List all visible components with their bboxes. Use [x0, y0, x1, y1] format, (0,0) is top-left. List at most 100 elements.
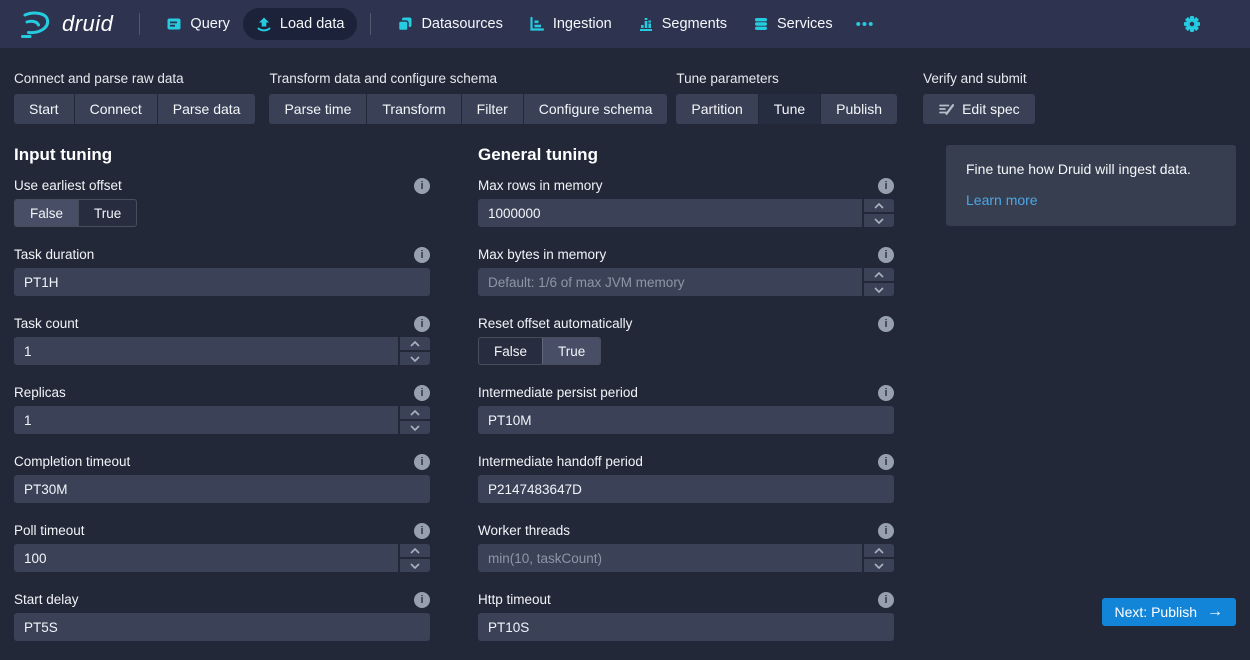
max-rows-stepper [864, 199, 894, 227]
info-icon[interactable]: i [878, 247, 894, 263]
stepper-up-button[interactable] [400, 544, 430, 557]
chevron-up-icon [874, 548, 884, 554]
info-icon[interactable]: i [414, 592, 430, 608]
stepper-up-button[interactable] [864, 544, 894, 557]
info-icon[interactable]: i [414, 316, 430, 332]
step-button-transform[interactable]: Transform [367, 94, 460, 124]
field-label: Task duration [14, 247, 94, 262]
poll-timeout-input[interactable] [14, 544, 398, 572]
chevron-up-icon [410, 341, 420, 347]
more-menu-button[interactable]: ••• [846, 8, 885, 41]
step-button-parse-data[interactable]: Parse data [158, 94, 256, 124]
start-delay-input[interactable] [14, 613, 430, 641]
navbar-right: ? [1183, 15, 1235, 33]
field-label: Intermediate persist period [478, 385, 638, 400]
nav-item-label: Query [190, 16, 230, 32]
info-icon[interactable]: i [878, 592, 894, 608]
option-true[interactable]: True [78, 200, 136, 226]
stepper-up-button[interactable] [400, 337, 430, 350]
info-icon[interactable]: i [414, 385, 430, 401]
step-button-parse-time[interactable]: Parse time [269, 94, 366, 124]
next-button-label: Next: Publish [1115, 604, 1197, 620]
nav-item-ingestion[interactable]: Ingestion [516, 8, 625, 40]
gear-icon [1183, 15, 1201, 33]
step-navigation: Connect and parse raw data Start Connect… [0, 71, 1250, 124]
step-button-partition[interactable]: Partition [676, 94, 757, 124]
info-icon[interactable]: i [414, 247, 430, 263]
task-count-input[interactable] [14, 337, 398, 365]
datasources-icon [397, 16, 413, 32]
info-icon[interactable]: i [414, 523, 430, 539]
info-icon[interactable]: i [414, 454, 430, 470]
section-title-general-tuning: General tuning [478, 145, 894, 165]
nav-item-label: Datasources [421, 16, 502, 32]
nav-item-segments[interactable]: Segments [625, 8, 740, 40]
stepper-up-button[interactable] [864, 268, 894, 281]
step-button-tune[interactable]: Tune [759, 94, 820, 124]
field-completion-timeout: Completion timeout i [14, 453, 430, 503]
step-button-configure-schema[interactable]: Configure schema [524, 94, 668, 124]
replicas-stepper [400, 406, 430, 434]
nav-item-services[interactable]: Services [740, 8, 846, 40]
stepper-down-button[interactable] [864, 214, 894, 227]
stepper-up-button[interactable] [864, 199, 894, 212]
services-icon [753, 16, 769, 32]
field-task-count: Task count i [14, 315, 430, 365]
arrow-right-icon: → [1207, 604, 1223, 620]
field-task-duration: Task duration i [14, 246, 430, 296]
help-button[interactable]: ? [1218, 16, 1235, 33]
info-icon[interactable]: i [414, 178, 430, 194]
stepper-down-button[interactable] [400, 559, 430, 572]
step-group-label: Verify and submit [923, 71, 1035, 86]
field-label: Http timeout [478, 592, 551, 607]
task-duration-input[interactable] [14, 268, 430, 296]
nav-item-datasources[interactable]: Datasources [384, 8, 515, 40]
worker-threads-input[interactable] [478, 544, 862, 572]
stepper-down-button[interactable] [400, 352, 430, 365]
option-true[interactable]: True [542, 338, 600, 364]
field-worker-threads: Worker threads i [478, 522, 894, 572]
field-label: Max bytes in memory [478, 247, 606, 262]
completion-timeout-input[interactable] [14, 475, 430, 503]
intermediate-persist-period-input[interactable] [478, 406, 894, 434]
learn-more-link[interactable]: Learn more [966, 192, 1038, 208]
replicas-input[interactable] [14, 406, 398, 434]
field-label: Replicas [14, 385, 66, 400]
stepper-down-button[interactable] [864, 283, 894, 296]
next-publish-button[interactable]: Next: Publish → [1102, 598, 1236, 626]
max-rows-in-memory-input[interactable] [478, 199, 862, 227]
option-false[interactable]: False [479, 338, 542, 364]
intermediate-handoff-period-input[interactable] [478, 475, 894, 503]
info-icon[interactable]: i [878, 316, 894, 332]
info-icon[interactable]: i [878, 385, 894, 401]
info-icon[interactable]: i [878, 178, 894, 194]
nav-item-query[interactable]: Query [153, 8, 243, 40]
nav-item-load-data[interactable]: Load data [243, 8, 358, 40]
edit-spec-icon [938, 101, 954, 117]
step-group-connect: Connect and parse raw data Start Connect… [14, 71, 255, 124]
settings-gear-button[interactable] [1183, 15, 1201, 33]
option-false[interactable]: False [15, 200, 78, 226]
step-button-filter[interactable]: Filter [462, 94, 523, 124]
stepper-down-button[interactable] [400, 421, 430, 434]
field-label: Start delay [14, 592, 79, 607]
step-button-start[interactable]: Start [14, 94, 74, 124]
step-button-edit-spec[interactable]: Edit spec [923, 94, 1035, 124]
stepper-down-button[interactable] [864, 559, 894, 572]
nav-item-label: Load data [280, 16, 345, 32]
top-navbar: druid Query Load data Dat [0, 0, 1250, 48]
field-replicas: Replicas i [14, 384, 430, 434]
main-content: Input tuning Use earliest offset i False… [0, 145, 1250, 660]
field-max-rows-in-memory: Max rows in memory i [478, 177, 894, 227]
max-bytes-in-memory-input[interactable] [478, 268, 862, 296]
help-callout-panel: Fine tune how Druid will ingest data. Le… [946, 145, 1236, 226]
field-label: Reset offset automatically [478, 316, 632, 331]
info-icon[interactable]: i [878, 454, 894, 470]
http-timeout-input[interactable] [478, 613, 894, 641]
step-button-publish[interactable]: Publish [821, 94, 897, 124]
nav-item-label: Ingestion [553, 16, 612, 32]
stepper-up-button[interactable] [400, 406, 430, 419]
step-button-connect[interactable]: Connect [75, 94, 157, 124]
chevron-down-icon [874, 563, 884, 569]
info-icon[interactable]: i [878, 523, 894, 539]
